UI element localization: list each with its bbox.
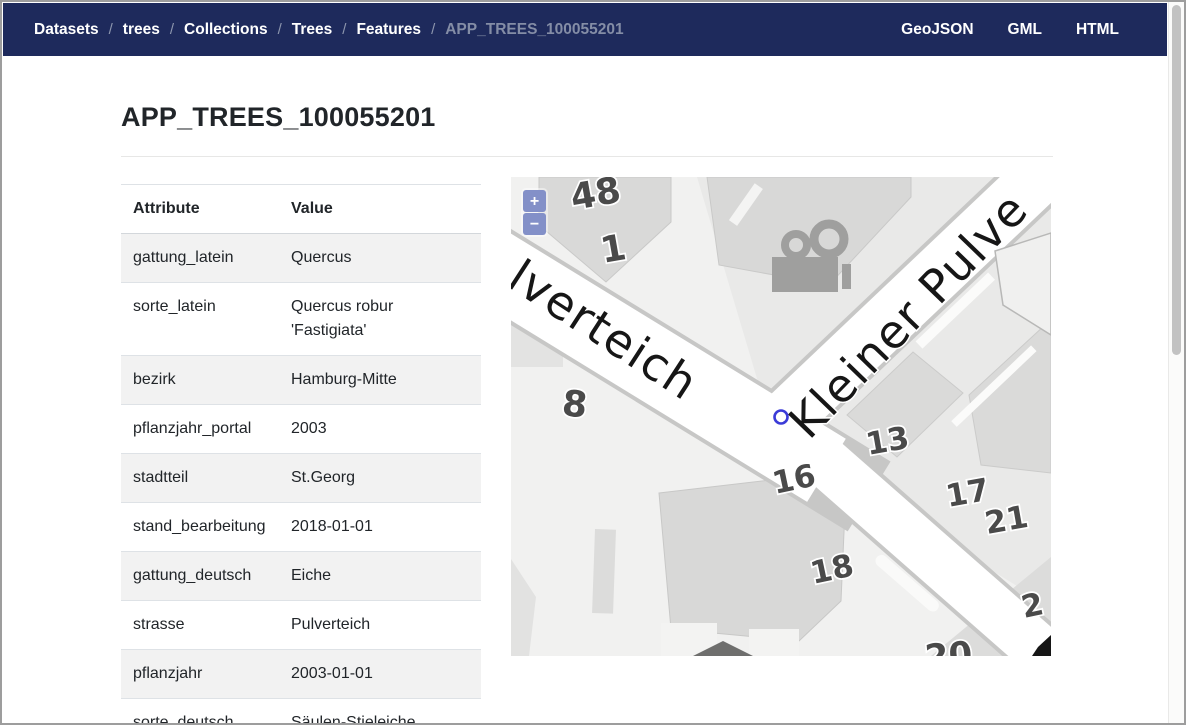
breadcrumb-item-features[interactable]: Features [356, 21, 421, 39]
building [592, 529, 616, 614]
breadcrumb: Datasets / trees / Collections / Trees / Feature… [34, 21, 624, 39]
attribute-cell: stand_bearbeitung [121, 503, 279, 552]
breadcrumb-separator: / [109, 21, 113, 38]
table-header-row: AttributeValue [121, 185, 481, 234]
breadcrumb-separator: / [170, 21, 174, 38]
main-content: APP_TREES_100055201 AttributeValue gattu… [121, 56, 1053, 725]
house-number-label: 21 [982, 499, 1031, 542]
value-cell: 2003-01-01 [279, 650, 481, 699]
top-navbar: Datasets / trees / Collections / Trees / Feature… [3, 3, 1167, 56]
courtyard [749, 629, 799, 656]
breadcrumb-item-datasets[interactable]: Datasets [34, 21, 99, 39]
table-row: sorte_lateinQuercus robur 'Fastigiata' [121, 283, 481, 356]
table-row: bezirkHamburg-Mitte [121, 356, 481, 405]
value-cell: St.Georg [279, 454, 481, 503]
value-cell: Pulverteich [279, 601, 481, 650]
page-title: APP_TREES_100055201 [121, 102, 1053, 133]
browser-viewport: Datasets / trees / Collections / Trees / Feature… [0, 0, 1186, 725]
value-cell: Quercus [279, 234, 481, 283]
table-row: pflanzjahr2003-01-01 [121, 650, 481, 699]
map-zoom-control: + − [521, 188, 548, 237]
breadcrumb-item-trees[interactable]: trees [123, 21, 160, 39]
value-cell: Eiche [279, 552, 481, 601]
house-number-label: 13 [863, 420, 912, 463]
feature-map[interactable]: lverteichKleiner Pulve 48181316172118220… [511, 177, 1051, 656]
table-row: sorte_deutschSäulen-Stieleiche [121, 699, 481, 725]
table-row: gattung_lateinQuercus [121, 234, 481, 283]
house-number-label: 20 [923, 634, 974, 656]
breadcrumb-separator: / [342, 21, 346, 38]
feature-attributes-table: AttributeValue gattung_lateinQuercussort… [121, 184, 481, 725]
column-header-attribute: Attribute [121, 185, 279, 234]
content-row: AttributeValue gattung_lateinQuercussort… [121, 177, 1053, 725]
breadcrumb-separator: / [278, 21, 282, 38]
attribute-cell: pflanzjahr [121, 650, 279, 699]
attribute-cell: stadtteil [121, 454, 279, 503]
attribute-cell: sorte_latein [121, 283, 279, 356]
table-row: gattung_deutschEiche [121, 552, 481, 601]
value-cell: 2018-01-01 [279, 503, 481, 552]
table-row: stadtteilSt.Georg [121, 454, 481, 503]
attribute-cell: strasse [121, 601, 279, 650]
page-scrollbar[interactable] [1168, 2, 1184, 723]
breadcrumb-item-app_trees_100055201: APP_TREES_100055201 [445, 21, 623, 39]
value-cell: Säulen-Stieleiche [279, 699, 481, 725]
format-link-geojson[interactable]: GeoJSON [901, 21, 973, 39]
table-row: stand_bearbeitung2018-01-01 [121, 503, 481, 552]
attribute-cell: sorte_deutsch [121, 699, 279, 725]
format-links: GeoJSON GML HTML [901, 21, 1119, 39]
attribute-cell: gattung_latein [121, 234, 279, 283]
title-divider [121, 156, 1053, 157]
table-row: pflanzjahr_portal2003 [121, 405, 481, 454]
map-canvas[interactable]: lverteichKleiner Pulve 48181316172118220 [511, 177, 1051, 656]
value-cell: Quercus robur 'Fastigiata' [279, 283, 481, 356]
table-row: strassePulverteich [121, 601, 481, 650]
value-cell: 2003 [279, 405, 481, 454]
breadcrumb-item-collections[interactable]: Collections [184, 21, 268, 39]
house-number-label: 8 [560, 383, 589, 426]
zoom-out-button[interactable]: − [523, 213, 546, 235]
scrollbar-thumb[interactable] [1172, 5, 1181, 355]
breadcrumb-separator: / [431, 21, 435, 38]
format-link-gml[interactable]: GML [1008, 21, 1042, 39]
attribute-cell: gattung_deutsch [121, 552, 279, 601]
format-link-html[interactable]: HTML [1076, 21, 1119, 39]
attribute-cell: bezirk [121, 356, 279, 405]
value-cell: Hamburg-Mitte [279, 356, 481, 405]
column-header-value: Value [279, 185, 481, 234]
zoom-in-button[interactable]: + [523, 190, 546, 212]
feature-marker[interactable] [775, 411, 788, 424]
attribute-cell: pflanzjahr_portal [121, 405, 279, 454]
breadcrumb-item-trees[interactable]: Trees [292, 21, 333, 39]
